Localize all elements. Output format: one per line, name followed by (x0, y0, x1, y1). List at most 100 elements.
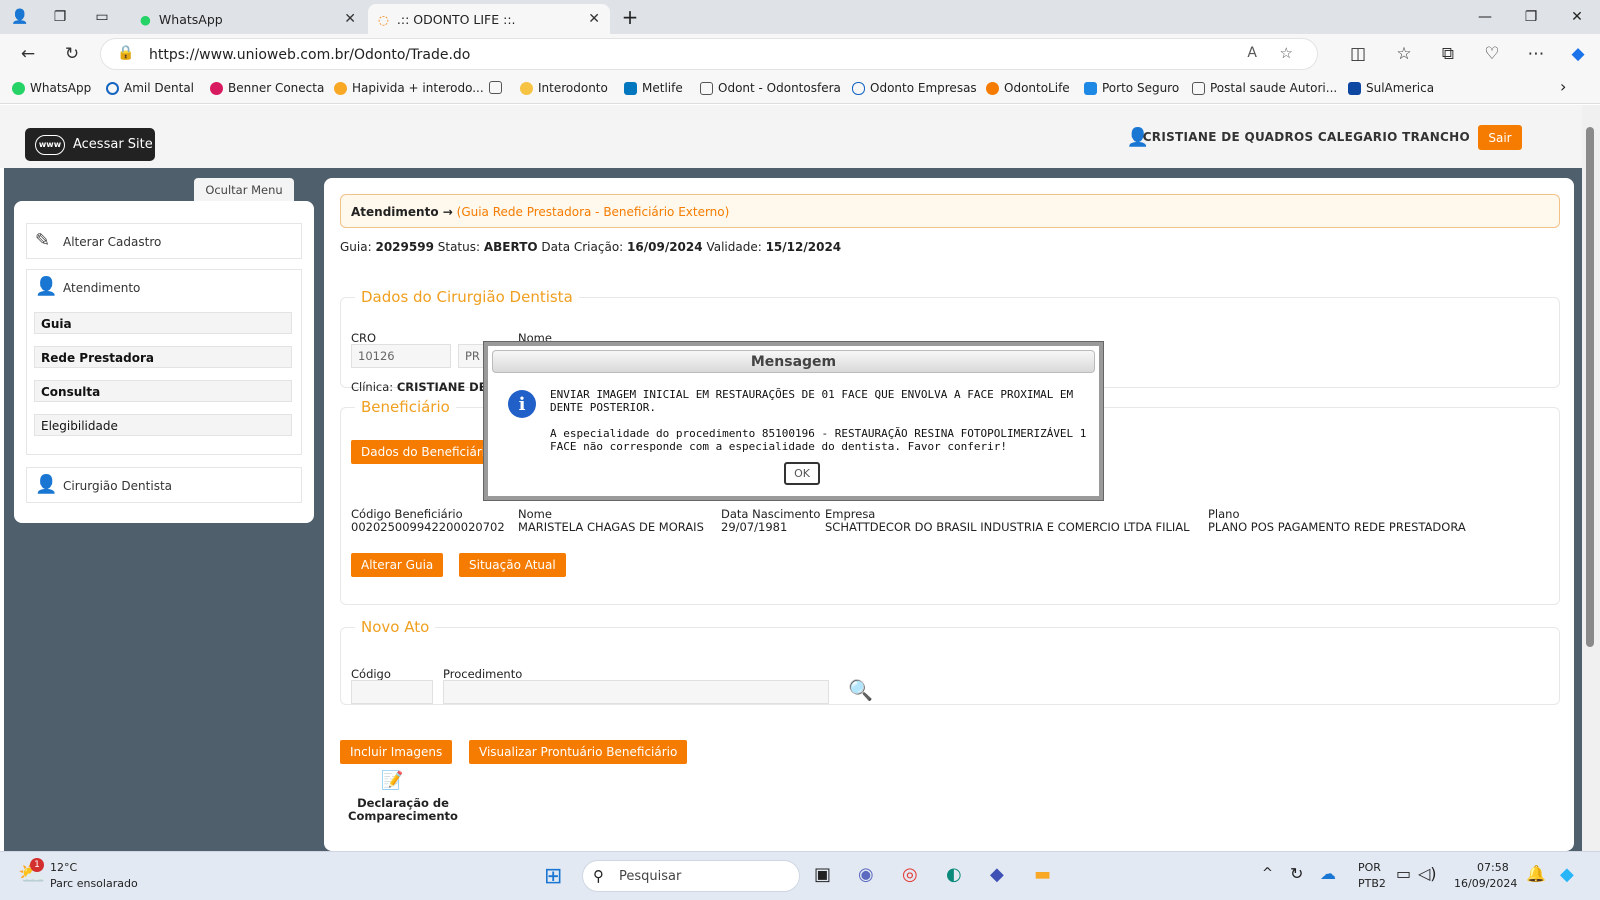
dados-beneficiario-button[interactable]: Dados do Beneficiário (351, 440, 503, 464)
bookmark-metlife[interactable]: Metlife (624, 81, 683, 95)
dialog-message: ENVIAR IMAGEM INICIAL EM RESTAURAÇÕES DE… (550, 388, 1087, 453)
message-dialog: Mensagem i ENVIAR IMAGEM INICIAL EM REST… (484, 342, 1103, 500)
windows-start-icon[interactable]: ⊞ (544, 864, 562, 889)
tooth-icon (852, 81, 865, 95)
close-tab-icon[interactable]: ✕ (588, 11, 600, 27)
empresa-value: SCHATTDECOR DO BRASIL INDUSTRIA E COMERC… (825, 520, 1190, 534)
page-scrollbar[interactable] (1582, 105, 1600, 851)
favorites-icon[interactable]: ☆ (1388, 38, 1420, 70)
browser-tab-bar: 👤 ❐ ▭ ● WhatsApp ✕ ◌ .:: ODONTO LIFE ::.… (0, 0, 1600, 34)
bookmark-benner[interactable]: Benner Conecta (210, 81, 324, 95)
zoom-search-icon[interactable]: 🔍 (848, 678, 873, 702)
favorite-star-icon[interactable]: ☆ (1280, 44, 1293, 62)
alterar-guia-button[interactable]: Alterar Guia (351, 553, 444, 577)
close-tab-icon[interactable]: ✕ (344, 11, 356, 27)
bookmark-sulamerica[interactable]: SulAmerica (1348, 81, 1434, 95)
bookmark-hapivida[interactable]: Hapivida + interodo... (334, 81, 484, 95)
copilot-icon[interactable]: ◆ (1562, 38, 1594, 70)
copilot-taskbar-icon[interactable]: ◆ (1560, 864, 1574, 885)
bookmark-postal-saude[interactable]: Postal saude Autori... (1192, 81, 1337, 95)
sync-icon[interactable]: ↻ (1290, 864, 1303, 883)
sidebar-item-guia[interactable]: Guia (34, 312, 292, 334)
bookmark-porto-seguro[interactable]: Porto Seguro (1084, 81, 1179, 95)
back-icon[interactable]: ← (12, 38, 44, 70)
network-icon[interactable]: ▭ (1396, 864, 1411, 883)
benner-icon (210, 81, 223, 95)
refresh-icon[interactable]: ↻ (56, 38, 88, 70)
extensions-icon[interactable]: ♡ (1476, 38, 1508, 70)
bookmark-amil[interactable]: Amil Dental (106, 81, 194, 95)
tab-actions-icon[interactable]: ▭ (82, 0, 122, 34)
declaration-document-icon[interactable]: 📝 (381, 770, 403, 791)
minimize-icon[interactable]: — (1462, 0, 1508, 34)
interodonto-icon (520, 81, 533, 95)
bookmark-blank[interactable] (489, 81, 502, 94)
sidebar-item-rede-prestadora[interactable]: Rede Prestadora (34, 346, 292, 368)
chevron-up-icon[interactable]: ^ (1262, 866, 1273, 881)
collections-icon[interactable]: ⧉ (1432, 38, 1464, 70)
sidebar-item-alterar-cadastro[interactable]: ✎ Alterar Cadastro (26, 223, 302, 259)
sidebar-item-cirurgiao-dentista[interactable]: 👤 Cirurgião Dentista (26, 467, 302, 503)
cro-field[interactable]: 10126 (351, 344, 451, 368)
sidebar: ✎ Alterar Cadastro 👤 Atendimento Guia Re… (14, 201, 314, 523)
whatsapp-icon (12, 81, 25, 95)
file-explorer-icon[interactable]: ▬ (1034, 864, 1051, 885)
plano-value: PLANO POS PAGAMENTO REDE PRESTADORA (1208, 520, 1466, 534)
onedrive-icon[interactable]: ☁ (1320, 864, 1336, 883)
scrollbar-thumb[interactable] (1586, 127, 1594, 647)
user-name: CRISTIANE DE QUADROS CALEGARIO TRANCHO (1142, 130, 1470, 144)
sidebar-item-elegibilidade[interactable]: Elegibilidade (34, 414, 292, 436)
bookmark-whatsapp[interactable]: WhatsApp (12, 81, 91, 95)
amil-icon (106, 81, 119, 95)
bookmark-interodonto[interactable]: Interodonto (520, 81, 608, 95)
profile-icon[interactable]: 👤 (0, 0, 40, 34)
app-icon[interactable]: ◆ (990, 864, 1004, 885)
bookmark-odonto-empresas[interactable]: Odonto Empresas (852, 81, 977, 95)
page-icon (1192, 81, 1205, 95)
notification-badge: 1 (30, 858, 44, 872)
bookmarks-more-icon[interactable]: › (1560, 77, 1566, 96)
tab-whatsapp[interactable]: ● WhatsApp ✕ (130, 4, 366, 34)
read-aloud-icon[interactable]: A (1247, 45, 1257, 61)
task-view-icon[interactable]: ▣ (814, 864, 831, 885)
chrome-icon[interactable]: ◎ (902, 864, 918, 885)
maximize-icon[interactable]: ❐ (1508, 0, 1554, 34)
ocultar-menu-tab[interactable]: Ocultar Menu (194, 178, 294, 202)
split-screen-icon[interactable]: ◫ (1342, 38, 1374, 70)
procedimento-input[interactable] (443, 680, 829, 704)
odontolife-favicon: ◌ (378, 11, 389, 27)
volume-icon[interactable]: ◁) (1418, 864, 1437, 883)
declaracao-comparecimento-link[interactable]: Declaração de Comparecimento (338, 797, 468, 823)
more-menu-icon[interactable]: ⋯ (1520, 38, 1552, 70)
url-field[interactable]: 🔒 https://www.unioweb.com.br/Odonto/Trad… (100, 38, 1318, 70)
main-panel: Atendimento → (Guia Rede Prestadora - Be… (324, 178, 1574, 851)
teams-icon[interactable]: ◉ (858, 864, 874, 885)
bookmark-odontosfera[interactable]: Odont - Odontosfera (700, 81, 841, 95)
metlife-icon (624, 81, 637, 95)
dialog-title: Mensagem (492, 350, 1095, 373)
odontolife-icon (986, 81, 999, 95)
search-icon: ⚲ (593, 867, 604, 885)
close-window-icon[interactable]: ✕ (1554, 0, 1600, 34)
bookmark-odontolife[interactable]: OdontoLife (986, 81, 1070, 95)
visualizar-prontuario-button[interactable]: Visualizar Prontuário Beneficiário (469, 740, 688, 764)
edit-icon: ✎ (35, 230, 51, 251)
acessar-site-button[interactable]: www Acessar Site (25, 128, 155, 161)
taskbar-search[interactable]: ⚲ Pesquisar (582, 860, 800, 892)
situacao-atual-button[interactable]: Situação Atual (459, 553, 566, 577)
ok-button[interactable]: OK (784, 462, 820, 485)
sair-button[interactable]: Sair (1478, 125, 1522, 150)
new-tab-icon[interactable]: + (610, 0, 650, 34)
incluir-imagens-button[interactable]: Incluir Imagens (340, 740, 453, 764)
bell-icon[interactable]: 🔔 (1526, 864, 1546, 883)
codigo-beneficiario-value: 002025009942200020702 (351, 520, 505, 534)
sidebar-item-consulta[interactable]: Consulta (34, 380, 292, 402)
lock-icon: 🔒 (117, 45, 135, 61)
codigo-input[interactable] (351, 680, 433, 704)
breadcrumb: Atendimento → (Guia Rede Prestadora - Be… (340, 194, 1560, 228)
page-icon (489, 81, 502, 94)
tab-odontolife[interactable]: ◌ .:: ODONTO LIFE ::. ✕ (368, 4, 610, 34)
edge-icon[interactable]: ◐ (946, 864, 962, 885)
workspaces-icon[interactable]: ❐ (40, 0, 80, 34)
data-nascimento-value: 29/07/1981 (721, 520, 788, 534)
